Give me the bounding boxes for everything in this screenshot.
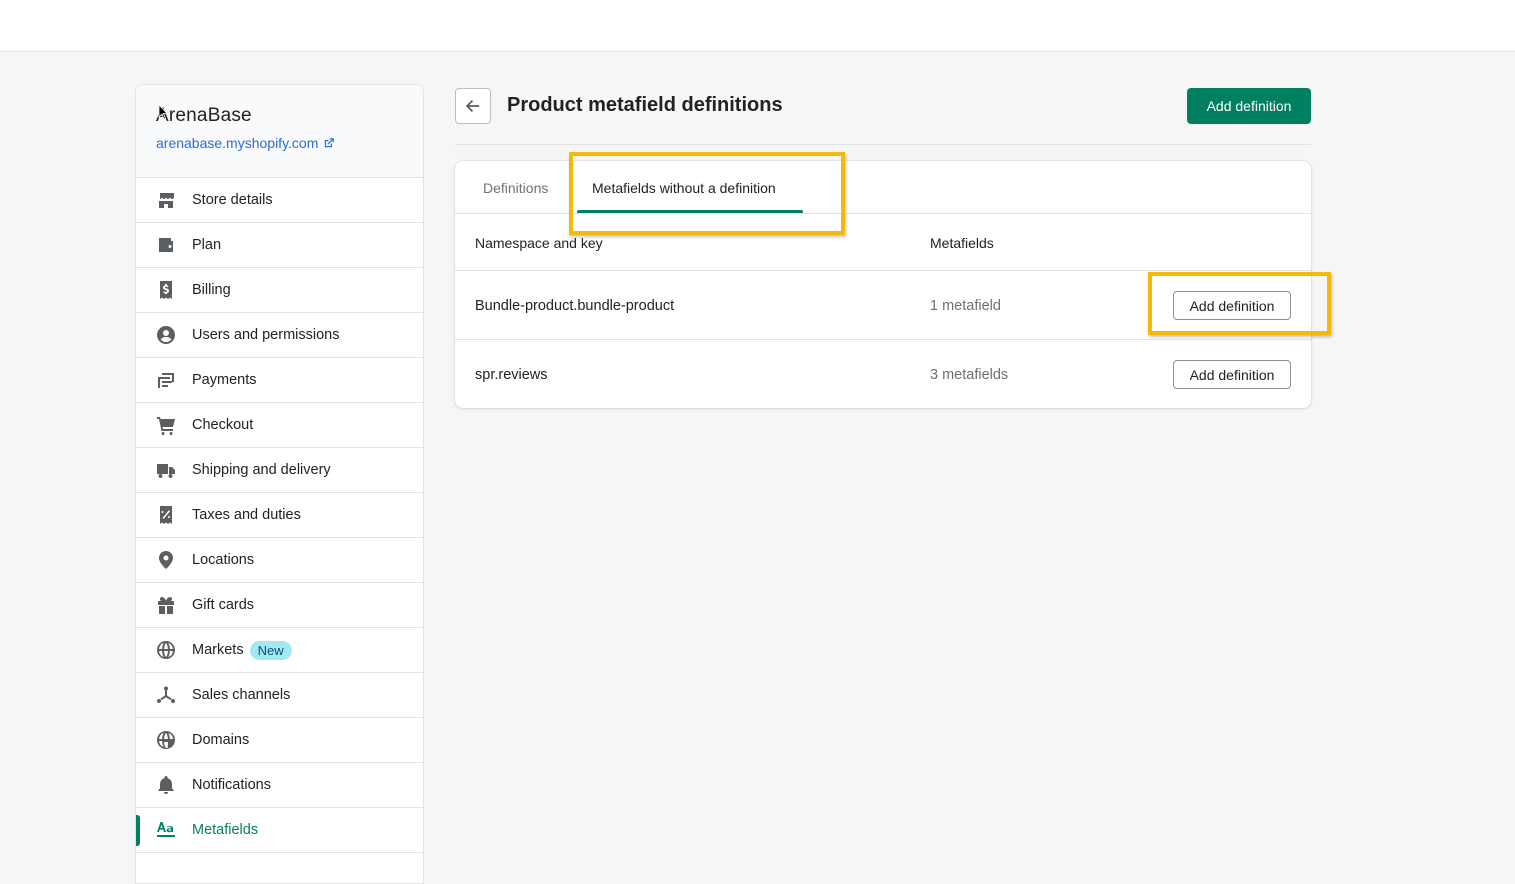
sidebar-item-label: Metafields (192, 822, 259, 838)
column-header-namespace-key: Namespace and key (475, 234, 603, 251)
sidebar-item-billing[interactable]: Billing (136, 268, 423, 313)
sidebar-item-sales-channels[interactable]: Sales channels (136, 673, 423, 718)
tab-bar: Definitions Metafields without a definit… (455, 161, 1311, 214)
location-pin-icon (156, 550, 176, 570)
sidebar-item-label: Locations (192, 552, 255, 568)
domain-globe-icon (156, 730, 176, 750)
add-definition-button[interactable]: Add definition (1173, 360, 1291, 389)
receipt-dollar-icon (156, 280, 176, 300)
sidebar-item-label: Taxes and duties (192, 507, 301, 523)
sidebar-item-plan[interactable]: Plan (136, 223, 423, 268)
header-divider (455, 144, 1311, 145)
sidebar-item-store-details[interactable]: Store details (136, 178, 423, 223)
mouse-cursor-icon (158, 104, 168, 120)
store-name: ArenaBase (156, 105, 252, 126)
namespace-key-cell: spr.reviews (475, 366, 548, 383)
metafields-card: Definitions Metafields without a definit… (455, 161, 1311, 408)
external-link-icon (325, 138, 335, 148)
store-url-link[interactable]: arenabase.myshopify.com (156, 135, 403, 151)
table-header: Namespace and key Metafields (455, 214, 1311, 271)
metafields-icon (156, 820, 176, 840)
sidebar-item-gift-cards[interactable]: Gift cards (136, 583, 423, 628)
tab-metafields-without-definition[interactable]: Metafields without a definition (592, 161, 776, 214)
back-button[interactable] (455, 88, 491, 124)
store-url-text[interactable]: arenabase.myshopify.com (156, 135, 318, 151)
sidebar-item-label: Checkout (192, 417, 254, 433)
new-badge: New (249, 640, 292, 660)
sidebar-item-users[interactable]: Users and permissions (136, 313, 423, 358)
payments-icon (156, 370, 176, 390)
gift-icon (156, 595, 176, 615)
sidebar-item-label: Store details (192, 192, 273, 208)
settings-sidebar: ArenaBase arenabase.myshopify.com Store … (135, 84, 424, 884)
wallet-icon (156, 235, 176, 255)
sidebar-item-label: Payments (192, 372, 257, 388)
column-header-metafields: Metafields (930, 234, 994, 251)
sidebar-item-markets[interactable]: Markets New (136, 628, 423, 673)
tab-definitions[interactable]: Definitions (483, 161, 548, 214)
sidebar-item-label: Users and permissions (192, 327, 340, 343)
add-definition-button[interactable]: Add definition (1173, 291, 1291, 320)
sidebar-item-locations[interactable]: Locations (136, 538, 423, 583)
page-title: Product metafield definitions (507, 94, 783, 116)
store-icon (156, 190, 176, 210)
table-row: Bundle-product.bundle-product 1 metafiel… (455, 271, 1311, 340)
sidebar-item-label: Gift cards (192, 597, 255, 613)
sidebar-item-checkout[interactable]: Checkout (136, 403, 423, 448)
store-header: ArenaBase arenabase.myshopify.com (136, 85, 423, 178)
sidebar-item-notifications[interactable]: Notifications (136, 763, 423, 808)
sidebar-item-domains[interactable]: Domains (136, 718, 423, 763)
top-bar (0, 0, 1515, 52)
bell-icon (156, 775, 176, 795)
sidebar-item-label: Plan (192, 237, 222, 253)
sidebar-item-taxes[interactable]: Taxes and duties (136, 493, 423, 538)
add-definition-primary-button[interactable]: Add definition (1187, 88, 1311, 124)
sidebar-item-payments[interactable]: Payments (136, 358, 423, 403)
selected-tab-indicator (577, 210, 803, 213)
sidebar-item-label: Shipping and delivery (192, 462, 331, 478)
sidebar-item-metafields[interactable]: Metafields (136, 808, 423, 853)
sidebar-item-label: Domains (192, 732, 250, 748)
metafield-count-cell: 3 metafields (930, 366, 1009, 383)
user-circle-icon (156, 325, 176, 345)
cart-icon (156, 415, 176, 435)
sidebar-item-shipping[interactable]: Shipping and delivery (136, 448, 423, 493)
channels-icon (156, 685, 176, 705)
namespace-key-cell: Bundle-product.bundle-product (475, 297, 675, 314)
sidebar-item-label: Billing (192, 282, 231, 298)
sidebar-item-label: Markets (192, 642, 244, 658)
truck-icon (156, 460, 176, 480)
globe-icon (156, 640, 176, 660)
tax-receipt-icon (156, 505, 176, 525)
arrow-left-icon (465, 99, 480, 113)
table-row: spr.reviews 3 metafields Add definition (455, 340, 1311, 408)
metafield-count-cell: 1 metafield (930, 297, 1001, 314)
sidebar-item-label: Notifications (192, 777, 271, 793)
sidebar-item-label: Sales channels (192, 687, 291, 703)
